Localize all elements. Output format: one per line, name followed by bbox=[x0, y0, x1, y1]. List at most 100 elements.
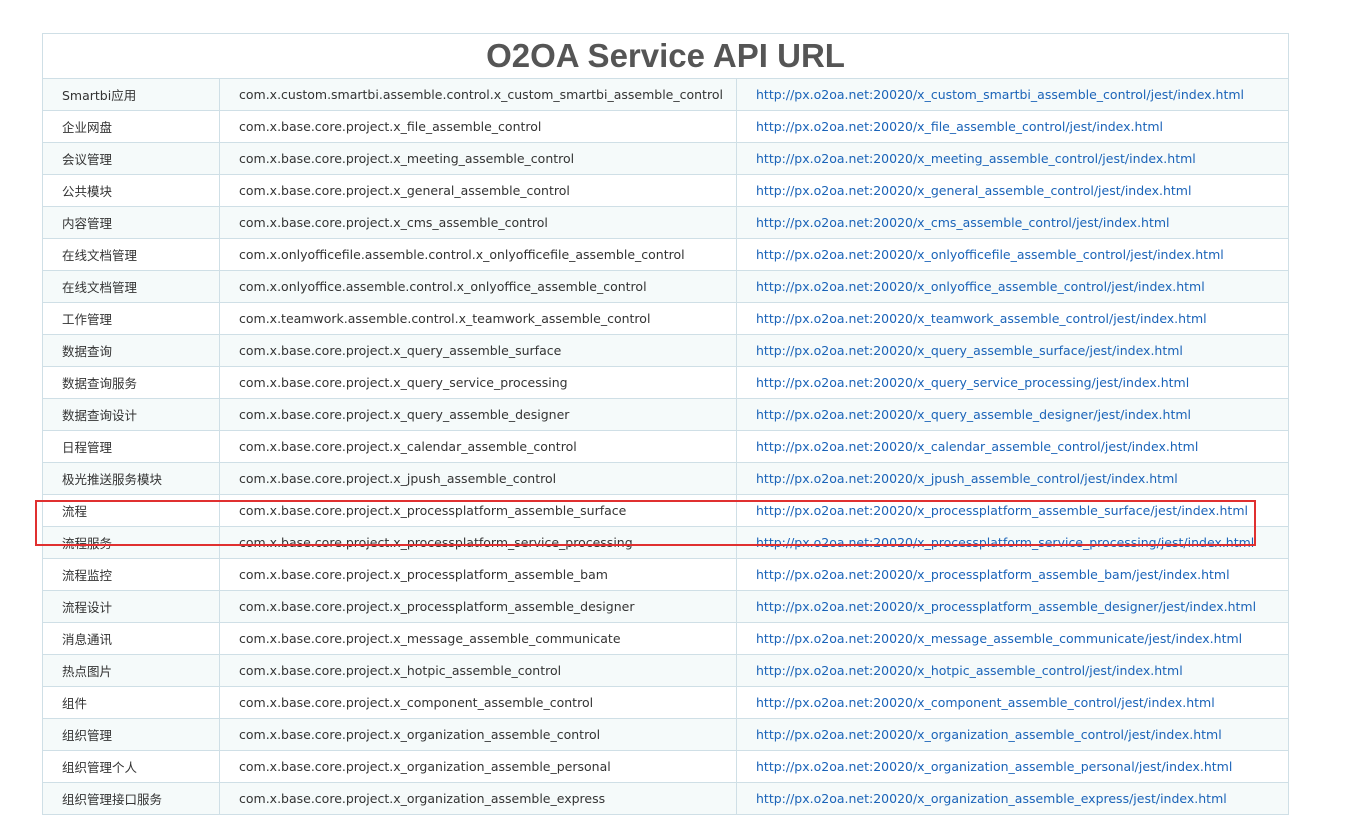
table-row: 流程设计 com.x.base.core.project.x_processpla… bbox=[42, 590, 1290, 623]
api-url-cell: http://px.o2oa.net:20020/x_processplatfo… bbox=[735, 526, 1290, 559]
api-url-cell: http://px.o2oa.net:20020/x_processplatfo… bbox=[735, 494, 1290, 527]
api-url-cell: http://px.o2oa.net:20020/x_organization_… bbox=[735, 782, 1290, 815]
api-url-cell: http://px.o2oa.net:20020/x_meeting_assem… bbox=[735, 142, 1290, 175]
api-url-link[interactable]: http://px.o2oa.net:20020/x_organization_… bbox=[756, 791, 1227, 806]
api-url-link[interactable]: http://px.o2oa.net:20020/x_custom_smartb… bbox=[756, 87, 1244, 102]
service-name-cell: 公共模块 bbox=[42, 174, 220, 207]
api-url-cell: http://px.o2oa.net:20020/x_onlyofficefil… bbox=[735, 238, 1290, 271]
module-class-cell: com.x.teamwork.assemble.control.x_teamwo… bbox=[219, 302, 737, 335]
service-name-cell: 数据查询服务 bbox=[42, 366, 220, 399]
api-url-cell: http://px.o2oa.net:20020/x_file_assemble… bbox=[735, 110, 1290, 143]
api-url-cell: http://px.o2oa.net:20020/x_teamwork_asse… bbox=[735, 302, 1290, 335]
api-url-link[interactable]: http://px.o2oa.net:20020/x_meeting_assem… bbox=[756, 151, 1196, 166]
service-name-cell: 组织管理个人 bbox=[42, 750, 220, 783]
table-row: 组织管理 com.x.base.core.project.x_organizati… bbox=[42, 718, 1290, 751]
module-class-cell: com.x.base.core.project.x_processplatfor… bbox=[219, 590, 737, 623]
service-name-cell: 组件 bbox=[42, 686, 220, 719]
service-name-cell: 数据查询 bbox=[42, 334, 220, 367]
api-url-cell: http://px.o2oa.net:20020/x_query_assembl… bbox=[735, 334, 1290, 367]
service-name-cell: 日程管理 bbox=[42, 430, 220, 463]
table-row: Smartbi应用 com.x.custom.smartbi.assemble.c… bbox=[42, 78, 1290, 111]
api-url-link[interactable]: http://px.o2oa.net:20020/x_teamwork_asse… bbox=[756, 311, 1207, 326]
page: O2OA Service API URL Smartbi应用 com.x.cust… bbox=[0, 0, 1345, 839]
table-row: 流程 com.x.base.core.project.x_processplatf… bbox=[42, 494, 1290, 527]
module-class-cell: com.x.custom.smartbi.assemble.control.x_… bbox=[219, 78, 737, 111]
api-url-link[interactable]: http://px.o2oa.net:20020/x_general_assem… bbox=[756, 183, 1191, 198]
api-url-link[interactable]: http://px.o2oa.net:20020/x_query_assembl… bbox=[756, 407, 1191, 422]
module-class-cell: com.x.base.core.project.x_calendar_assem… bbox=[219, 430, 737, 463]
service-name-cell: 数据查询设计 bbox=[42, 398, 220, 431]
module-class-cell: com.x.base.core.project.x_query_service_… bbox=[219, 366, 737, 399]
api-url-link[interactable]: http://px.o2oa.net:20020/x_component_ass… bbox=[756, 695, 1215, 710]
api-url-link[interactable]: http://px.o2oa.net:20020/x_file_assemble… bbox=[756, 119, 1163, 134]
table-row: 日程管理 com.x.base.core.project.x_calendar_a… bbox=[42, 430, 1290, 463]
table-row: 数据查询 com.x.base.core.project.x_query_asse… bbox=[42, 334, 1290, 367]
module-class-cell: com.x.base.core.project.x_organization_a… bbox=[219, 718, 737, 751]
api-url-link[interactable]: http://px.o2oa.net:20020/x_processplatfo… bbox=[756, 599, 1256, 614]
api-url-cell: http://px.o2oa.net:20020/x_query_service… bbox=[735, 366, 1290, 399]
table-row: 组织管理个人 com.x.base.core.project.x_organiza… bbox=[42, 750, 1290, 783]
module-class-cell: com.x.base.core.project.x_cms_assemble_c… bbox=[219, 206, 737, 239]
service-name-cell: 极光推送服务模块 bbox=[42, 462, 220, 495]
api-url-link[interactable]: http://px.o2oa.net:20020/x_hotpic_assemb… bbox=[756, 663, 1183, 678]
api-url-link[interactable]: http://px.o2oa.net:20020/x_organization_… bbox=[756, 727, 1222, 742]
api-url-cell: http://px.o2oa.net:20020/x_onlyoffice_as… bbox=[735, 270, 1290, 303]
table-row: 组织管理接口服务 com.x.base.core.project.x_organi… bbox=[42, 782, 1290, 815]
table-row: 热点图片 com.x.base.core.project.x_hotpic_ass… bbox=[42, 654, 1290, 687]
table-row: 数据查询服务 com.x.base.core.project.x_query_se… bbox=[42, 366, 1290, 399]
api-url-link[interactable]: http://px.o2oa.net:20020/x_processplatfo… bbox=[756, 535, 1254, 550]
module-class-cell: com.x.base.core.project.x_message_assemb… bbox=[219, 622, 737, 655]
module-class-cell: com.x.base.core.project.x_processplatfor… bbox=[219, 494, 737, 527]
table-row: 内容管理 com.x.base.core.project.x_cms_assemb… bbox=[42, 206, 1290, 239]
module-class-cell: com.x.base.core.project.x_query_assemble… bbox=[219, 398, 737, 431]
api-url-cell: http://px.o2oa.net:20020/x_organization_… bbox=[735, 750, 1290, 783]
table-row: 企业网盘 com.x.base.core.project.x_file_assem… bbox=[42, 110, 1290, 143]
api-url-cell: http://px.o2oa.net:20020/x_custom_smartb… bbox=[735, 78, 1290, 111]
table-row: 会议管理 com.x.base.core.project.x_meeting_as… bbox=[42, 142, 1290, 175]
service-name-cell: 内容管理 bbox=[42, 206, 220, 239]
api-url-cell: http://px.o2oa.net:20020/x_jpush_assembl… bbox=[735, 462, 1290, 495]
api-url-cell: http://px.o2oa.net:20020/x_calendar_asse… bbox=[735, 430, 1290, 463]
module-class-cell: com.x.base.core.project.x_processplatfor… bbox=[219, 526, 737, 559]
api-url-cell: http://px.o2oa.net:20020/x_processplatfo… bbox=[735, 590, 1290, 623]
api-url-link[interactable]: http://px.o2oa.net:20020/x_processplatfo… bbox=[756, 567, 1230, 582]
api-url-cell: http://px.o2oa.net:20020/x_component_ass… bbox=[735, 686, 1290, 719]
table-row: 公共模块 com.x.base.core.project.x_general_as… bbox=[42, 174, 1290, 207]
table-row: 工作管理 com.x.teamwork.assemble.control.x_te… bbox=[42, 302, 1290, 335]
api-url-link[interactable]: http://px.o2oa.net:20020/x_cms_assemble_… bbox=[756, 215, 1170, 230]
table-row: 流程服务 com.x.base.core.project.x_processpla… bbox=[42, 526, 1290, 559]
api-url-table: O2OA Service API URL Smartbi应用 com.x.cust… bbox=[41, 33, 1290, 815]
api-url-link[interactable]: http://px.o2oa.net:20020/x_processplatfo… bbox=[756, 503, 1248, 518]
api-url-link[interactable]: http://px.o2oa.net:20020/x_message_assem… bbox=[756, 631, 1242, 646]
api-url-link[interactable]: http://px.o2oa.net:20020/x_query_assembl… bbox=[756, 343, 1183, 358]
api-url-link[interactable]: http://px.o2oa.net:20020/x_jpush_assembl… bbox=[756, 471, 1178, 486]
service-name-cell: 组织管理 bbox=[42, 718, 220, 751]
module-class-cell: com.x.onlyofficefile.assemble.control.x_… bbox=[219, 238, 737, 271]
module-class-cell: com.x.base.core.project.x_hotpic_assembl… bbox=[219, 654, 737, 687]
service-name-cell: 在线文档管理 bbox=[42, 270, 220, 303]
api-url-cell: http://px.o2oa.net:20020/x_query_assembl… bbox=[735, 398, 1290, 431]
module-class-cell: com.x.base.core.project.x_general_assemb… bbox=[219, 174, 737, 207]
api-url-link[interactable]: http://px.o2oa.net:20020/x_onlyoffice_as… bbox=[756, 279, 1205, 294]
service-name-cell: 流程服务 bbox=[42, 526, 220, 559]
service-name-cell: 流程监控 bbox=[42, 558, 220, 591]
api-rows: Smartbi应用 com.x.custom.smartbi.assemble.c… bbox=[42, 78, 1290, 815]
api-url-cell: http://px.o2oa.net:20020/x_message_assem… bbox=[735, 622, 1290, 655]
service-name-cell: 企业网盘 bbox=[42, 110, 220, 143]
service-name-cell: 流程 bbox=[42, 494, 220, 527]
api-url-link[interactable]: http://px.o2oa.net:20020/x_organization_… bbox=[756, 759, 1232, 774]
api-url-link[interactable]: http://px.o2oa.net:20020/x_onlyofficefil… bbox=[756, 247, 1224, 262]
service-name-cell: Smartbi应用 bbox=[42, 78, 220, 111]
module-class-cell: com.x.base.core.project.x_organization_a… bbox=[219, 782, 737, 815]
module-class-cell: com.x.onlyoffice.assemble.control.x_only… bbox=[219, 270, 737, 303]
api-url-link[interactable]: http://px.o2oa.net:20020/x_calendar_asse… bbox=[756, 439, 1198, 454]
table-row: 消息通讯 com.x.base.core.project.x_message_as… bbox=[42, 622, 1290, 655]
module-class-cell: com.x.base.core.project.x_file_assemble_… bbox=[219, 110, 737, 143]
table-row: 组件 com.x.base.core.project.x_component_as… bbox=[42, 686, 1290, 719]
api-url-link[interactable]: http://px.o2oa.net:20020/x_query_service… bbox=[756, 375, 1189, 390]
module-class-cell: com.x.base.core.project.x_query_assemble… bbox=[219, 334, 737, 367]
api-url-cell: http://px.o2oa.net:20020/x_organization_… bbox=[735, 718, 1290, 751]
api-url-cell: http://px.o2oa.net:20020/x_hotpic_assemb… bbox=[735, 654, 1290, 687]
table-row: 极光推送服务模块 com.x.base.core.project.x_jpush_… bbox=[42, 462, 1290, 495]
service-name-cell: 会议管理 bbox=[42, 142, 220, 175]
